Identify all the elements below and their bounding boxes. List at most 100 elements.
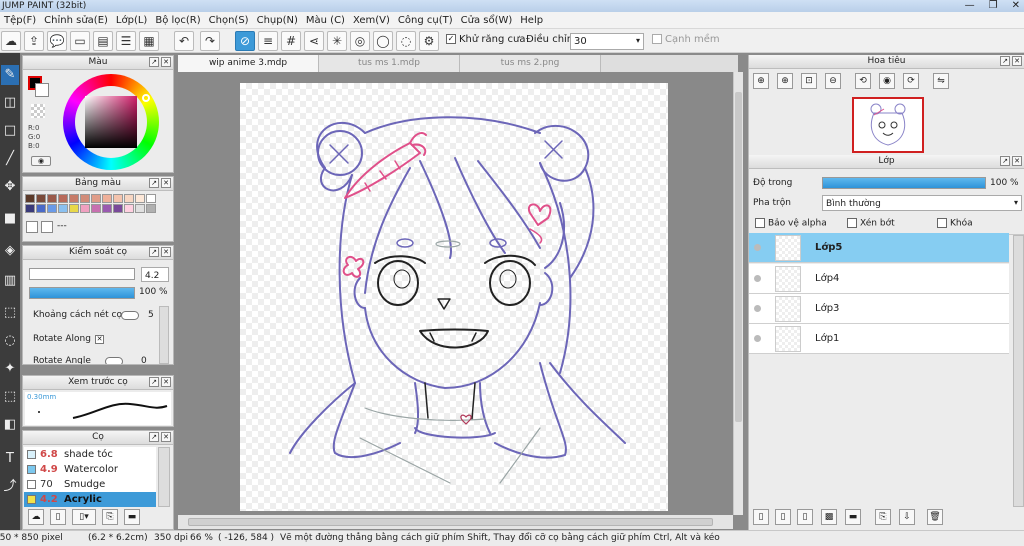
palette-swatch[interactable] [80, 194, 90, 203]
move-tool-icon[interactable]: ✥ [1, 177, 19, 197]
layer-row[interactable]: Lớp4 [749, 264, 1009, 294]
select-pen-icon[interactable]: ⬚ [1, 387, 19, 407]
visibility-icon[interactable] [754, 335, 761, 342]
layer-row[interactable]: Lớp1 [749, 324, 1009, 354]
magic-wand-icon[interactable]: ✦ [1, 359, 19, 379]
brush-list-scrollbar[interactable] [158, 447, 170, 507]
palette-swatch[interactable] [124, 194, 134, 203]
palette-remove-swatch[interactable] [41, 221, 53, 233]
minimize-button[interactable]: — [965, 0, 975, 12]
palette-swatch[interactable] [58, 194, 68, 203]
palette-swatch[interactable] [58, 204, 68, 213]
palette-swatch[interactable] [135, 204, 145, 213]
brush-item[interactable]: 70 Smudge [24, 477, 156, 492]
text-tool-icon[interactable]: T [1, 449, 19, 469]
snap-circle-icon[interactable]: ◯ [373, 31, 393, 51]
flip-horizontal-icon[interactable]: ⇋ [933, 73, 949, 89]
lock-checkbox[interactable]: Khóa [937, 218, 973, 229]
transparent-swatch[interactable] [31, 104, 45, 118]
brush-item[interactable]: 4.9 Watercolor [24, 462, 156, 477]
close-button[interactable]: ✕ [1012, 0, 1020, 12]
menu-color[interactable]: Màu (C) [302, 12, 349, 29]
zoom-in-icon[interactable]: ⊕ [777, 73, 793, 89]
cloud-icon[interactable]: ☁ [1, 31, 21, 51]
brush-size-field[interactable]: 4.2 [141, 267, 169, 282]
palette-swatches[interactable] [25, 194, 157, 214]
brush-item-selected[interactable]: 4.2 Acrylic [24, 492, 156, 507]
panel-close-icon[interactable]: ✕ [161, 377, 171, 387]
palette-swatch[interactable] [25, 204, 35, 213]
maximize-button[interactable]: ❐ [989, 0, 998, 12]
snap-off-icon[interactable]: ⊘ [235, 31, 255, 51]
menu-view[interactable]: Xem(V) [349, 12, 394, 29]
brush-control-scrollbar[interactable] [159, 306, 169, 364]
panel-close-icon[interactable]: ✕ [161, 247, 171, 257]
panel-close-icon[interactable]: ✕ [161, 57, 171, 67]
layer-opacity-slider[interactable] [822, 177, 986, 189]
menu-filter[interactable]: Bộ lọc(R) [151, 12, 204, 29]
select-eraser-icon[interactable]: ◧ [1, 415, 19, 435]
fill-shape-icon[interactable]: ■ [1, 209, 19, 229]
spacing-toggle[interactable] [121, 311, 139, 320]
visibility-icon[interactable] [754, 275, 761, 282]
soft-edge-checkbox[interactable]: Cạnh mềm [652, 34, 720, 45]
new-layer-icon[interactable]: ▯ [753, 509, 769, 525]
list-icon[interactable]: ☰ [116, 31, 136, 51]
palette-swatch[interactable] [113, 194, 123, 203]
background-color-swatch[interactable] [35, 83, 49, 97]
line-tool-icon[interactable]: ╱ [1, 149, 19, 169]
brush-opacity-slider[interactable] [29, 287, 135, 299]
palette-swatch[interactable] [25, 194, 35, 203]
select-rect-icon[interactable]: ⬚ [1, 303, 19, 323]
lasso-tool-icon[interactable]: ◌ [1, 331, 19, 351]
palette-swatch[interactable] [146, 194, 156, 203]
antialias-checkbox[interactable]: ✓ Khử răng cưa [446, 34, 525, 45]
snap-radial-icon[interactable]: ✳ [327, 31, 347, 51]
settings-gear-icon[interactable]: ⚙ [419, 31, 439, 51]
palette-swatch[interactable] [80, 204, 90, 213]
visibility-icon[interactable] [754, 244, 761, 251]
rotate-reset-icon[interactable]: ◉ [879, 73, 895, 89]
eraser-tool-icon[interactable]: ◫ [1, 93, 19, 113]
panel-float-icon[interactable]: ↗ [149, 247, 159, 257]
redo-icon[interactable]: ↷ [200, 31, 220, 51]
brush-tool-icon[interactable]: ✎ [1, 65, 19, 85]
menu-help[interactable]: Help [516, 12, 547, 29]
menu-tools[interactable]: Công cụ(T) [394, 12, 457, 29]
rectangle-tool-icon[interactable]: □ [1, 121, 19, 141]
canvas-vertical-scrollbar[interactable] [733, 72, 743, 515]
menu-capture[interactable]: Chụp(N) [253, 12, 302, 29]
delete-layer-icon[interactable]: 🗑 [927, 509, 943, 525]
tab-tus-ms-2[interactable]: tus ms 2.png [460, 55, 601, 72]
palette-swatch[interactable] [113, 204, 123, 213]
palette-swatch[interactable] [47, 194, 57, 203]
snap-grid-icon[interactable]: # [281, 31, 301, 51]
snap-curve-icon[interactable]: ◌ [396, 31, 416, 51]
panel-float-icon[interactable]: ↗ [149, 178, 159, 188]
zoom-actual-icon[interactable]: ⊡ [801, 73, 817, 89]
palette-swatch[interactable] [69, 194, 79, 203]
vscroll-thumb[interactable] [735, 92, 742, 422]
new-8bit-layer-icon[interactable]: ▯ [775, 509, 791, 525]
palette-swatch[interactable] [135, 194, 145, 203]
rotate-left-icon[interactable]: ⟲ [855, 73, 871, 89]
snap-concentric-icon[interactable]: ◎ [350, 31, 370, 51]
panel-float-icon[interactable]: ↗ [149, 432, 159, 442]
hscroll-thumb[interactable] [188, 518, 713, 526]
menu-window[interactable]: Cửa sổ(W) [457, 12, 517, 29]
color-wheel[interactable] [63, 74, 159, 170]
menu-layer[interactable]: Lớp(L) [112, 12, 151, 29]
panel-close-icon[interactable]: ✕ [161, 432, 171, 442]
palette-swatch[interactable] [91, 194, 101, 203]
panel-close-icon[interactable]: ✕ [1012, 56, 1022, 66]
hue-cursor[interactable] [142, 94, 150, 102]
gradient-tool-icon[interactable]: ▥ [1, 271, 19, 291]
palette-swatch[interactable] [36, 194, 46, 203]
panel-float-icon[interactable]: ↗ [1000, 56, 1010, 66]
export-icon[interactable]: ⇪ [24, 31, 44, 51]
document-icon[interactable]: ▤ [93, 31, 113, 51]
monitor-icon[interactable]: ▭ [70, 31, 90, 51]
palette-swatch[interactable] [36, 204, 46, 213]
snap-parallel-icon[interactable]: ≡ [258, 31, 278, 51]
grid-tool-icon[interactable]: ▦ [139, 31, 159, 51]
